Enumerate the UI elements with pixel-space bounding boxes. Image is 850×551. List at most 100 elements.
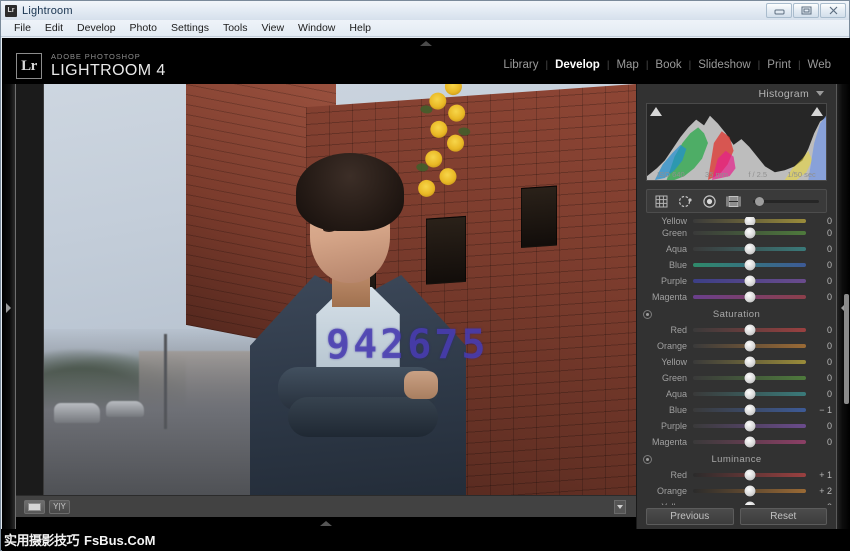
- slider-track[interactable]: [693, 424, 806, 428]
- slider-row[interactable]: Aqua 0: [637, 241, 836, 257]
- slider-knob[interactable]: [744, 486, 755, 497]
- slider-row[interactable]: Blue − 1: [637, 402, 836, 418]
- minimize-button[interactable]: [766, 3, 792, 18]
- module-develop[interactable]: Develop: [548, 59, 607, 71]
- module-slideshow[interactable]: Slideshow: [691, 59, 757, 71]
- slider-track[interactable]: [693, 473, 806, 477]
- right-panel-collapse[interactable]: [836, 84, 850, 531]
- reset-button[interactable]: Reset: [740, 508, 828, 525]
- slider-row[interactable]: Magenta 0: [637, 434, 836, 450]
- left-panel-collapse[interactable]: [2, 84, 16, 531]
- slider-value: 0: [806, 421, 832, 431]
- slider-track[interactable]: [693, 219, 806, 223]
- slider-row[interactable]: Yellow 0: [637, 499, 836, 505]
- menu-help[interactable]: Help: [342, 21, 378, 35]
- slider-knob[interactable]: [744, 470, 755, 481]
- luminance-header[interactable]: Luminance: [637, 452, 836, 467]
- slider-row[interactable]: Orange 0: [637, 338, 836, 354]
- slider-knob[interactable]: [744, 373, 755, 384]
- slider-row[interactable]: Green 0: [637, 225, 836, 241]
- slider-track[interactable]: [693, 376, 806, 380]
- menu-settings[interactable]: Settings: [164, 21, 216, 35]
- slider-knob[interactable]: [744, 217, 755, 225]
- slider-knob[interactable]: [744, 357, 755, 368]
- module-web[interactable]: Web: [801, 59, 838, 71]
- exif-iso: ISO 640: [657, 170, 685, 179]
- module-map[interactable]: Map: [609, 59, 645, 71]
- slider-row[interactable]: Purple 0: [637, 418, 836, 434]
- slider-knob[interactable]: [744, 276, 755, 287]
- slider-knob[interactable]: [744, 437, 755, 448]
- top-panel-collapse[interactable]: [2, 38, 850, 48]
- slider-knob[interactable]: [744, 341, 755, 352]
- slider-knob[interactable]: [744, 244, 755, 255]
- photo-image[interactable]: [44, 84, 636, 495]
- slider-track[interactable]: [693, 328, 806, 332]
- luminance-title: Luminance: [711, 454, 761, 465]
- panel-scrollbar[interactable]: [844, 294, 849, 404]
- slider-knob[interactable]: [744, 228, 755, 239]
- slider-row[interactable]: Aqua 0: [637, 386, 836, 402]
- slider-row[interactable]: Blue 0: [637, 257, 836, 273]
- slider-knob[interactable]: [744, 502, 755, 506]
- menu-photo[interactable]: Photo: [123, 21, 164, 35]
- target-adjust-icon[interactable]: [643, 310, 652, 319]
- spot-removal-icon[interactable]: [678, 194, 693, 209]
- slider-row[interactable]: Green 0: [637, 370, 836, 386]
- saturation-header[interactable]: Saturation: [637, 307, 836, 322]
- image-canvas[interactable]: 942675 POCO 摄影专题 http://photo.poco.cn/: [16, 84, 636, 495]
- histogram-header[interactable]: Histogram: [637, 84, 836, 103]
- menu-tools[interactable]: Tools: [216, 21, 255, 35]
- slider-knob[interactable]: [744, 325, 755, 336]
- previous-button[interactable]: Previous: [646, 508, 734, 525]
- loupe-view-button[interactable]: [24, 500, 45, 514]
- module-print[interactable]: Print: [760, 59, 798, 71]
- slider-track[interactable]: [693, 295, 806, 299]
- histogram-widget[interactable]: ISO 640 35 mm f / 2.5 1/50 sec: [646, 103, 827, 181]
- menu-window[interactable]: Window: [291, 21, 342, 35]
- menu-develop[interactable]: Develop: [70, 21, 123, 35]
- slider-track[interactable]: [693, 247, 806, 251]
- compare-view-button[interactable]: Y|Y: [49, 500, 70, 514]
- maximize-button[interactable]: [793, 3, 819, 18]
- shadow-clipping-indicator[interactable]: [650, 107, 662, 116]
- adjustment-brush-size-slider[interactable]: [753, 200, 819, 203]
- slider-row[interactable]: Yellow 0: [637, 217, 836, 225]
- highlight-clipping-indicator[interactable]: [811, 107, 823, 116]
- hsl-panel[interactable]: Yellow 0 Green 0 Aqua 0: [637, 213, 836, 505]
- menu-file[interactable]: File: [7, 21, 38, 35]
- red-eye-icon[interactable]: [702, 194, 717, 209]
- slider-track[interactable]: [693, 392, 806, 396]
- slider-track[interactable]: [693, 360, 806, 364]
- menu-view[interactable]: View: [254, 21, 291, 35]
- graduated-filter-icon[interactable]: [726, 194, 741, 209]
- slider-row[interactable]: Red 0: [637, 322, 836, 338]
- slider-knob[interactable]: [744, 389, 755, 400]
- module-book[interactable]: Book: [648, 59, 688, 71]
- slider-row[interactable]: Magenta 0: [637, 289, 836, 305]
- slider-row[interactable]: Red + 1: [637, 467, 836, 483]
- slider-row[interactable]: Purple 0: [637, 273, 836, 289]
- slider-row[interactable]: Yellow 0: [637, 354, 836, 370]
- slider-track[interactable]: [693, 344, 806, 348]
- slider-track[interactable]: [693, 279, 806, 283]
- crop-overlay-icon[interactable]: [654, 194, 669, 209]
- slider-track[interactable]: [693, 440, 806, 444]
- slider-value: 0: [806, 228, 832, 238]
- target-adjust-icon[interactable]: [643, 455, 652, 464]
- slider-track[interactable]: [693, 231, 806, 235]
- slider-knob[interactable]: [744, 405, 755, 416]
- slider-value: 0: [806, 502, 832, 505]
- toolbar-dropdown-button[interactable]: [614, 500, 626, 514]
- slider-value: 0: [806, 389, 832, 399]
- slider-track[interactable]: [693, 408, 806, 412]
- slider-row[interactable]: Orange + 2: [637, 483, 836, 499]
- slider-knob[interactable]: [744, 260, 755, 271]
- slider-knob[interactable]: [744, 421, 755, 432]
- menu-edit[interactable]: Edit: [38, 21, 70, 35]
- slider-track[interactable]: [693, 489, 806, 493]
- module-library[interactable]: Library: [496, 59, 545, 71]
- slider-knob[interactable]: [744, 292, 755, 303]
- slider-track[interactable]: [693, 263, 806, 267]
- close-button[interactable]: [820, 3, 846, 18]
